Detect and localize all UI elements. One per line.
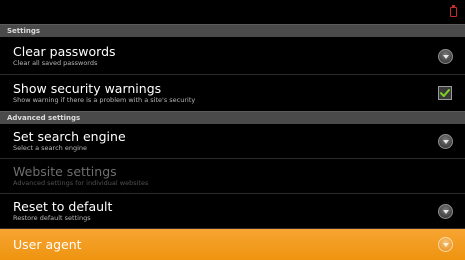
pref-show-security-warnings[interactable]: Show security warnings Show warning if t… (0, 75, 465, 112)
pref-clear-passwords[interactable]: Clear passwords Clear all saved password… (0, 38, 465, 75)
pref-set-search-engine[interactable]: Set search engine Select a search engine (0, 124, 465, 159)
pref-summary: Select a search engine (13, 144, 87, 152)
section-header-settings: Settings (0, 24, 465, 37)
pref-website-settings: Website settings Advanced settings for i… (0, 159, 465, 194)
pref-summary: Clear all saved passwords (13, 59, 98, 67)
pref-title: Website settings (13, 164, 117, 179)
pref-reset-to-default[interactable]: Reset to default Restore default setting… (0, 194, 465, 229)
chevron-down-icon (438, 49, 453, 64)
status-bar (0, 0, 465, 24)
checkbox-checked-icon[interactable] (438, 86, 452, 100)
pref-title: Set search engine (13, 129, 126, 144)
pref-title: Show security warnings (13, 81, 162, 96)
pref-title: Clear passwords (13, 44, 116, 59)
pref-title: User agent (13, 237, 82, 252)
pref-user-agent[interactable]: User agent (0, 229, 465, 260)
browser-settings-screen: Settings Clear passwords Clear all saved… (0, 0, 465, 260)
chevron-down-icon (438, 134, 453, 149)
pref-title: Reset to default (13, 199, 113, 214)
chevron-down-icon (438, 237, 453, 252)
chevron-down-icon (438, 204, 453, 219)
section-header-advanced-settings: Advanced settings (0, 111, 465, 124)
pref-summary: Show warning if there is a problem with … (13, 96, 196, 104)
battery-low-icon (450, 5, 457, 17)
pref-summary: Advanced settings for individual website… (13, 179, 149, 187)
pref-summary: Restore default settings (13, 214, 91, 222)
